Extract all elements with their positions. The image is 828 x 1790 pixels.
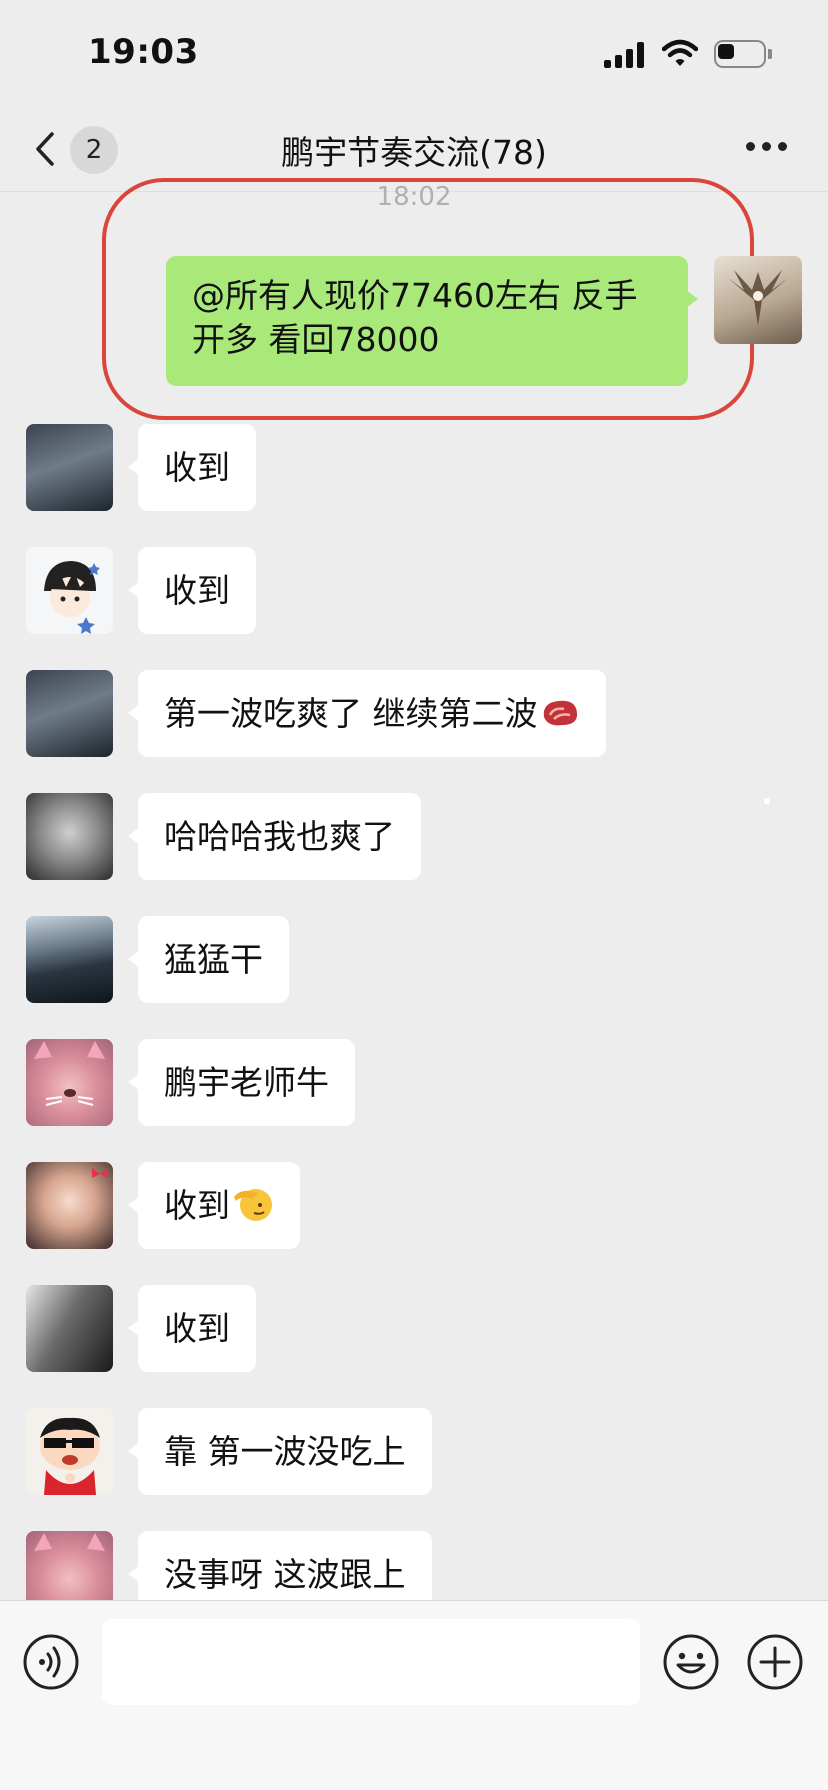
message-bubble[interactable]: 收到 bbox=[128, 547, 256, 634]
my-message-bubble[interactable]: @所有人现价77460左右 反手开多 看回78000 bbox=[166, 256, 698, 386]
message-row: 收到 bbox=[0, 1162, 828, 1250]
message-row: 哈哈哈我也爽了 bbox=[0, 793, 828, 881]
avatar[interactable] bbox=[26, 916, 113, 1003]
message-row: 鹏宇老师牛 bbox=[0, 1039, 828, 1127]
avatar[interactable] bbox=[26, 1039, 113, 1126]
message-bubble[interactable]: 猛猛干 bbox=[128, 916, 289, 1003]
message-input[interactable] bbox=[102, 1619, 640, 1705]
message-bubble[interactable]: 收到 bbox=[128, 1162, 300, 1249]
voice-icon[interactable] bbox=[22, 1633, 80, 1691]
avatar[interactable] bbox=[26, 1162, 113, 1249]
status-bar: 19:03 bbox=[0, 0, 828, 106]
message-text: 收到 bbox=[164, 1186, 230, 1225]
signal-icon bbox=[604, 42, 646, 68]
message-bubble[interactable]: 哈哈哈我也爽了 bbox=[128, 793, 421, 880]
avatar[interactable] bbox=[26, 793, 113, 880]
anime-boy-avatar-icon bbox=[44, 561, 100, 634]
message-row: 猛猛干 bbox=[0, 916, 828, 1004]
avatar[interactable] bbox=[26, 424, 113, 511]
message-row: 收到 bbox=[0, 1285, 828, 1373]
more-icon[interactable] bbox=[746, 142, 788, 154]
message-row: 收到 bbox=[0, 424, 828, 512]
avatar[interactable] bbox=[26, 670, 113, 757]
plus-icon[interactable] bbox=[746, 1633, 804, 1691]
message-bubble[interactable]: 鹏宇老师牛 bbox=[128, 1039, 355, 1126]
cartoon-sunglasses-avatar-icon bbox=[40, 1417, 100, 1495]
avatar[interactable] bbox=[26, 1285, 113, 1372]
message-row: 靠 第一波没吃上 bbox=[0, 1408, 828, 1496]
message-bubble[interactable]: 靠 第一波没吃上 bbox=[128, 1408, 432, 1495]
message-text: 第一波吃爽了 继续第二波 bbox=[164, 694, 538, 733]
chat-title: 鹏宇节奏交流(78) bbox=[281, 133, 547, 172]
status-time: 19:03 bbox=[88, 32, 199, 72]
message-bubble[interactable]: 收到 bbox=[128, 424, 256, 511]
girl-portrait-avatar-icon bbox=[92, 1168, 108, 1178]
cat-filter-avatar-icon bbox=[34, 1041, 105, 1106]
input-bar bbox=[0, 1600, 828, 1790]
battery-icon bbox=[714, 40, 772, 68]
message-bubble[interactable]: 收到 bbox=[128, 1285, 256, 1372]
avatar[interactable] bbox=[26, 1408, 113, 1495]
my-avatar[interactable] bbox=[714, 256, 802, 344]
salute-emoji-icon bbox=[234, 1189, 272, 1221]
message-bubble[interactable]: 第一波吃爽了 继续第二波 bbox=[128, 670, 606, 757]
meat-emoji-icon bbox=[543, 700, 577, 726]
message-row: 第一波吃爽了 继续第二波 bbox=[0, 670, 828, 758]
phoenix-avatar-icon bbox=[728, 270, 788, 326]
message-row: 收到 bbox=[0, 547, 828, 635]
avatar[interactable] bbox=[26, 547, 113, 634]
wifi-icon bbox=[662, 39, 698, 66]
emoji-icon[interactable] bbox=[662, 1633, 720, 1691]
scroll-indicator bbox=[764, 798, 770, 804]
